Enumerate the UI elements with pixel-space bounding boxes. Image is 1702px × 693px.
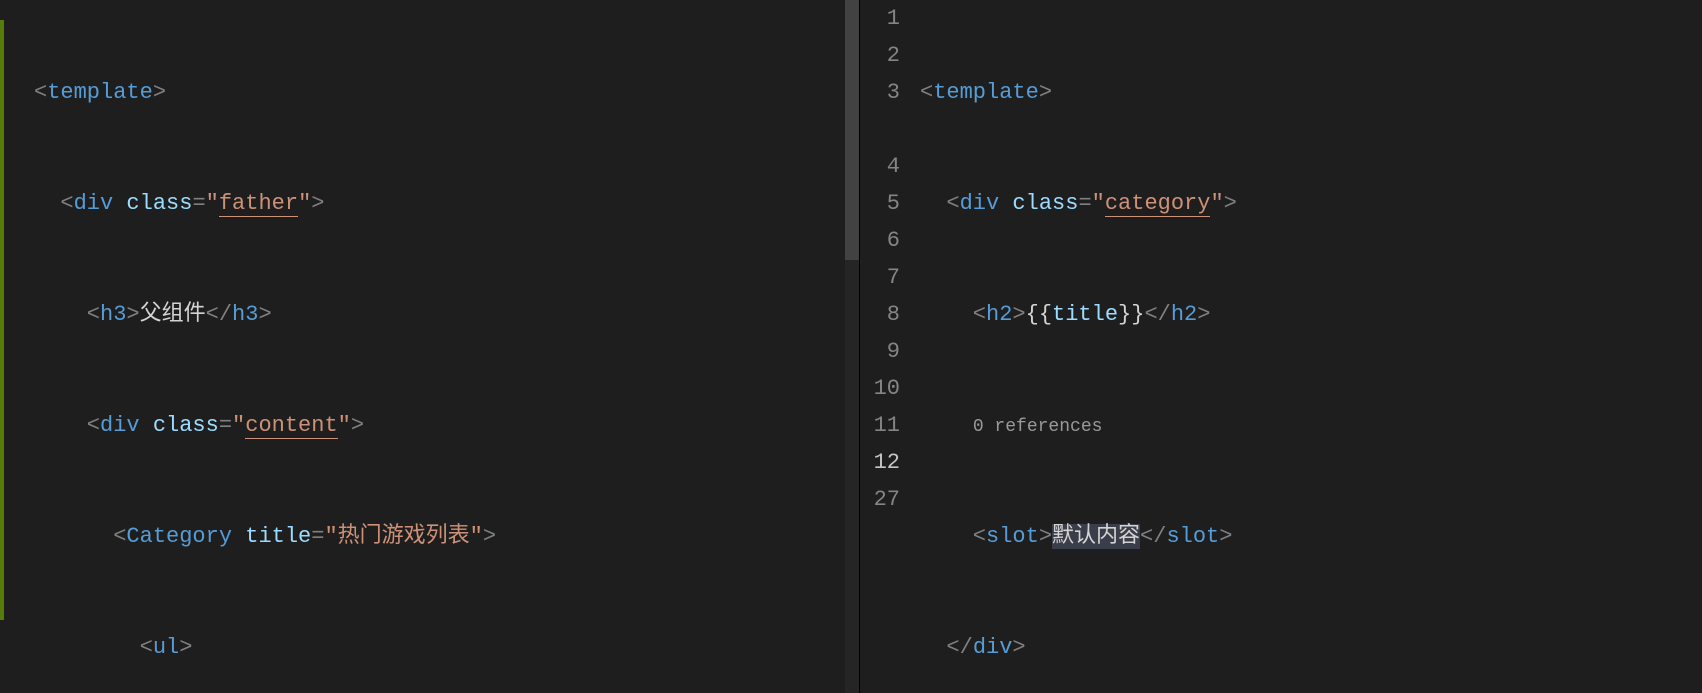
code-line[interactable]: <div class="content"> (34, 407, 859, 444)
references-codelens[interactable]: 0 references (973, 417, 1103, 437)
code-line[interactable]: <h2>{{title}}</h2> (920, 296, 1702, 333)
line-gutter-right: 1 2 3 4 5 6 7 8 9 10 11 12 27 (860, 0, 920, 693)
code-line[interactable]: <Category title="热门游戏列表"> (34, 518, 859, 555)
line-number: 7 (860, 259, 900, 296)
editor-pane-left: ges › 09_slot › V Father.vue › {} templa… (0, 0, 860, 693)
code-line[interactable]: </div> (920, 629, 1702, 666)
code-line[interactable]: <h3>父组件</h3> (34, 296, 859, 333)
editor-left[interactable]: <template> <div class="father"> <h3>父组件<… (0, 0, 859, 693)
line-number: 3 (860, 74, 900, 111)
line-number: 9 (860, 333, 900, 370)
line-number: 27 (860, 481, 900, 518)
code-line[interactable]: <div class="father"> (34, 185, 859, 222)
minimap-left[interactable] (845, 0, 859, 693)
line-number: 5 (860, 185, 900, 222)
minimap-slider[interactable] (845, 0, 859, 260)
line-number: 4 (860, 148, 900, 185)
code-line[interactable]: <template> (34, 74, 859, 111)
line-number: 10 (860, 370, 900, 407)
code-area-right[interactable]: <template> <div class="category"> <h2>{{… (920, 0, 1702, 693)
line-number: 2 (860, 37, 900, 74)
line-number: 6 (860, 222, 900, 259)
codelens-line[interactable]: 0 references (920, 407, 1702, 444)
line-number (860, 111, 900, 148)
code-line[interactable]: <slot>默认内容</slot> (920, 518, 1702, 555)
code-line[interactable]: <template> (920, 74, 1702, 111)
line-number: 12 (860, 444, 900, 481)
line-number: 8 (860, 296, 900, 333)
editor-right[interactable]: 1 2 3 4 5 6 7 8 9 10 11 12 27 <template>… (860, 0, 1702, 693)
editor-pane-right: src › pages › 09_slot › V Category.vue ›… (860, 0, 1702, 693)
line-number: 1 (860, 0, 900, 37)
code-line[interactable]: <div class="category"> (920, 185, 1702, 222)
code-line[interactable]: <ul> (34, 629, 859, 666)
line-number: 11 (860, 407, 900, 444)
code-area-left[interactable]: <template> <div class="father"> <h3>父组件<… (0, 0, 859, 693)
workspace: ges › 09_slot › V Father.vue › {} templa… (0, 0, 1702, 693)
